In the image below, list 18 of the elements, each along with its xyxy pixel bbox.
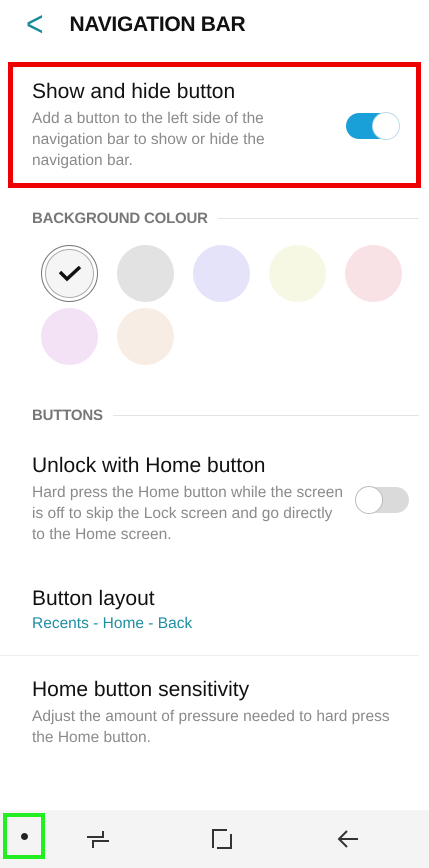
setting-title: Home button sensitivity xyxy=(32,678,250,702)
toggle-switch[interactable] xyxy=(357,486,409,512)
setting-value: Recents - Home - Back xyxy=(32,615,194,633)
setting-description: Hard press the Home button while the screen is off to skip the Lock screen and go directly to the Home screen. xyxy=(32,483,344,545)
check-icon xyxy=(58,265,82,282)
setting-title: Button layout xyxy=(32,587,156,611)
section-heading: BUTTONS xyxy=(32,407,103,424)
setting-title: Unlock with Home button xyxy=(32,454,266,478)
setting-description: Add a button to the left side of the navigation bar to show or hide the navigation bar. xyxy=(32,109,266,171)
back-button[interactable]: < xyxy=(26,7,44,43)
dot-icon xyxy=(20,832,28,840)
recents-icon xyxy=(86,828,110,850)
back-icon xyxy=(337,830,359,848)
page-title: NAVIGATION BAR xyxy=(70,13,246,37)
section-heading: BACKGROUND COLOUR xyxy=(32,210,208,227)
toggle-switch[interactable] xyxy=(346,112,398,138)
setting-title: Show and hide button xyxy=(32,80,236,104)
setting-description: Adjust the amount of pressure needed to hard press the Home button. xyxy=(32,707,391,748)
